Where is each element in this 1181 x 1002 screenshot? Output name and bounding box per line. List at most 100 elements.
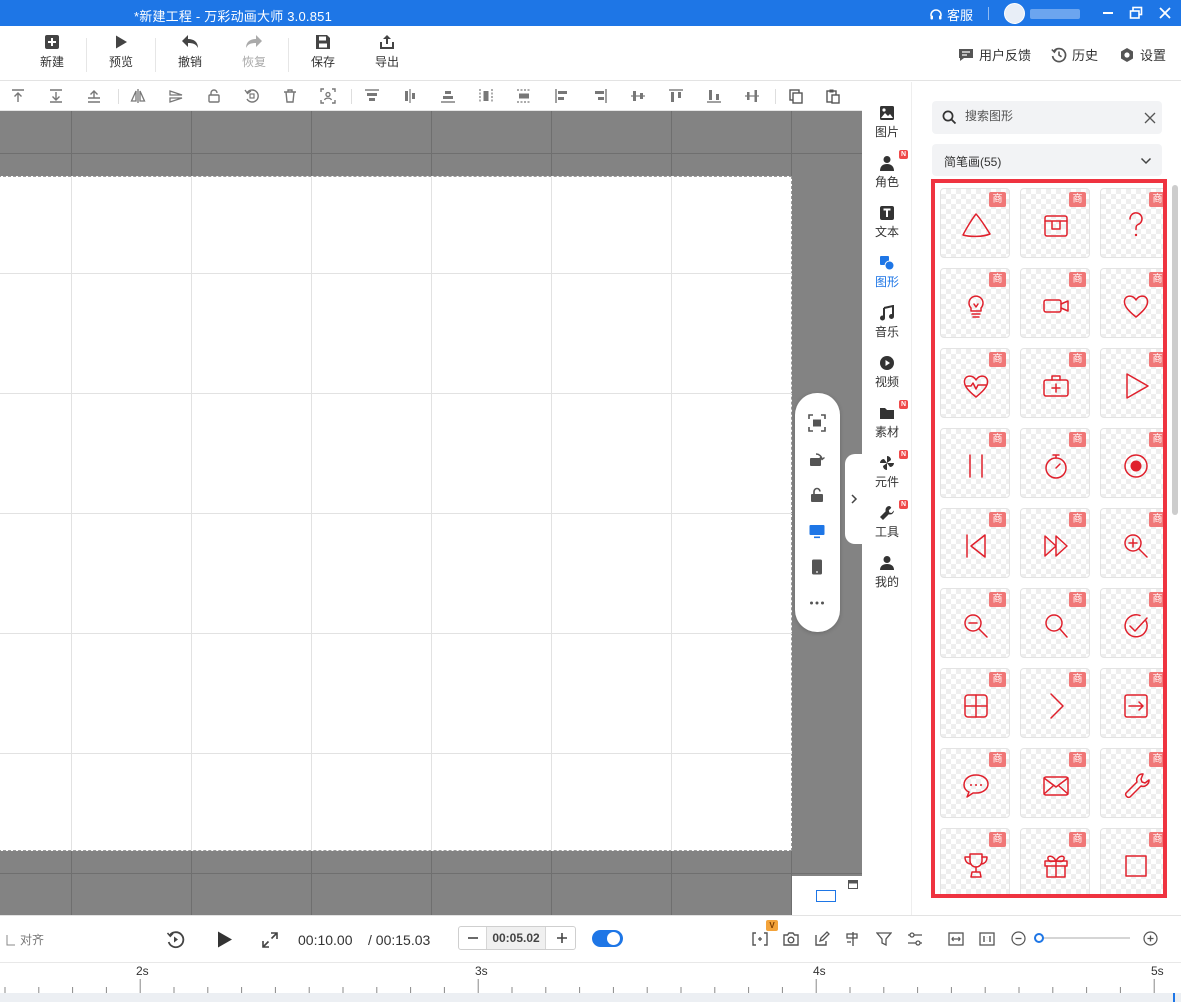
sidebar-item-tools[interactable]: 工具 N bbox=[862, 500, 912, 540]
new-button[interactable]: 新建 bbox=[27, 34, 77, 70]
shape-item-zoom-in[interactable]: 商 bbox=[1100, 508, 1163, 578]
distribute-horizontal-icon[interactable] bbox=[630, 88, 646, 104]
landscape-screen-icon[interactable] bbox=[808, 522, 826, 540]
shape-item-record-dot[interactable]: 商 bbox=[1100, 428, 1163, 498]
customer-service-button[interactable]: 客服 bbox=[929, 5, 973, 24]
zoom-out-icon[interactable] bbox=[1011, 931, 1026, 946]
close-icon[interactable] bbox=[1156, 4, 1174, 22]
stage-canvas[interactable] bbox=[0, 176, 792, 851]
align-middle-icon[interactable] bbox=[402, 88, 418, 104]
sidebar-item-video[interactable]: 视频 bbox=[862, 355, 912, 390]
align-bottom-icon[interactable] bbox=[440, 88, 456, 104]
shape-item-chat-bubble[interactable]: 商 bbox=[940, 748, 1010, 818]
shape-item-triangle[interactable]: 商 bbox=[940, 188, 1010, 258]
align-center-h-icon[interactable] bbox=[516, 88, 532, 104]
shape-item-wrench[interactable]: 商 bbox=[1100, 748, 1163, 818]
shape-item-check-circle[interactable]: 商 bbox=[1100, 588, 1163, 658]
search-box[interactable] bbox=[932, 101, 1162, 134]
rewind-icon[interactable] bbox=[166, 930, 185, 949]
time-stepper[interactable]: 00:05.02 bbox=[458, 926, 576, 950]
loop-toggle[interactable] bbox=[592, 930, 623, 947]
align-top-icon[interactable] bbox=[364, 88, 380, 104]
history-button[interactable]: 历史 bbox=[1051, 45, 1098, 64]
time-step-value[interactable]: 00:05.02 bbox=[486, 927, 546, 949]
redo-button[interactable]: 恢复 bbox=[229, 34, 279, 70]
edit-icon[interactable] bbox=[814, 931, 830, 947]
bring-forward-icon[interactable] bbox=[86, 88, 102, 104]
shape-item-stopwatch[interactable]: 商 bbox=[1020, 428, 1090, 498]
trash-icon[interactable] bbox=[282, 88, 298, 104]
fullscreen-icon[interactable] bbox=[262, 932, 278, 948]
timeline-ruler[interactable]: 2s 3s 4s 5s bbox=[0, 962, 1181, 1002]
shape-item-question-mark[interactable]: 商 bbox=[1100, 188, 1163, 258]
canvas-area[interactable] bbox=[0, 111, 862, 915]
flip-vertical-icon[interactable] bbox=[168, 88, 184, 104]
snap-align-toggle[interactable]: 对齐 bbox=[6, 931, 44, 948]
minimap[interactable] bbox=[792, 876, 862, 915]
shape-item-pause-bars[interactable]: 商 bbox=[940, 428, 1010, 498]
fit-screen-icon[interactable] bbox=[808, 414, 826, 432]
preview-button[interactable]: 预览 bbox=[96, 34, 146, 70]
unlock-icon[interactable] bbox=[808, 486, 826, 504]
shape-item-square[interactable]: 商 bbox=[1100, 828, 1163, 894]
export-button[interactable]: 导出 bbox=[362, 34, 412, 70]
split-icon[interactable] bbox=[845, 931, 861, 947]
minimize-icon[interactable] bbox=[1099, 4, 1117, 22]
minimap-toggle-icon[interactable] bbox=[848, 880, 858, 889]
zoom-in-icon[interactable] bbox=[1143, 931, 1158, 946]
shape-item-magnifier[interactable]: 商 bbox=[1020, 588, 1090, 658]
sidebar-item-character[interactable]: 角色 N bbox=[862, 150, 912, 190]
shape-item-gift[interactable]: 商 bbox=[1020, 828, 1090, 894]
distribute-vertical-icon[interactable] bbox=[744, 88, 760, 104]
top-edge-icon[interactable] bbox=[668, 88, 684, 104]
group-select-icon[interactable] bbox=[320, 88, 336, 104]
shape-item-first-aid-kit[interactable]: 商 bbox=[1020, 348, 1090, 418]
plus-icon[interactable] bbox=[556, 932, 568, 944]
collapse-panel-button[interactable] bbox=[845, 454, 862, 544]
save-button[interactable]: 保存 bbox=[298, 34, 348, 70]
shape-item-sign-in-box[interactable]: 商 bbox=[1100, 668, 1163, 738]
shape-item-video-camera[interactable]: 商 bbox=[1020, 268, 1090, 338]
fit-width-icon[interactable] bbox=[948, 931, 964, 947]
sidebar-item-text[interactable]: 文本 bbox=[862, 205, 912, 240]
feedback-button[interactable]: 用户反馈 bbox=[958, 45, 1031, 64]
portrait-screen-icon[interactable] bbox=[808, 558, 826, 576]
copy-icon[interactable] bbox=[788, 88, 804, 104]
shape-item-envelope[interactable]: 商 bbox=[1020, 748, 1090, 818]
sidebar-item-component[interactable]: 元件 N bbox=[862, 450, 912, 490]
sidebar-item-image[interactable]: 图片 bbox=[862, 105, 912, 140]
camera-icon[interactable] bbox=[783, 931, 799, 947]
camera-frame-button[interactable]: V bbox=[752, 920, 778, 947]
shape-item-heart-pulse[interactable]: 商 bbox=[940, 348, 1010, 418]
more-icon[interactable] bbox=[808, 594, 826, 612]
sliders-icon[interactable] bbox=[907, 931, 923, 947]
shape-item-zoom-out[interactable]: 商 bbox=[940, 588, 1010, 658]
sidebar-item-material[interactable]: 素材 N bbox=[862, 400, 912, 440]
zoom-slider-handle[interactable] bbox=[1034, 933, 1044, 943]
shape-item-play-triangle[interactable]: 商 bbox=[1100, 348, 1163, 418]
restore-icon[interactable] bbox=[1127, 4, 1145, 22]
shape-item-chevron-right[interactable]: 商 bbox=[1020, 668, 1090, 738]
lock-icon[interactable] bbox=[206, 88, 222, 104]
shape-item-package[interactable]: 商 bbox=[1020, 188, 1090, 258]
shape-item-fast-forward[interactable]: 商 bbox=[1020, 508, 1090, 578]
shape-item-skip-back[interactable]: 商 bbox=[940, 508, 1010, 578]
play-icon[interactable] bbox=[216, 930, 234, 949]
category-dropdown[interactable]: 简笔画(55) bbox=[932, 144, 1162, 176]
bottom-edge-icon[interactable] bbox=[706, 88, 722, 104]
align-right-icon[interactable] bbox=[592, 88, 608, 104]
shape-item-lightbulb[interactable]: 商 bbox=[940, 268, 1010, 338]
undo-button[interactable]: 撤销 bbox=[165, 34, 215, 70]
clear-search-icon[interactable] bbox=[1144, 112, 1156, 124]
align-center-v-icon[interactable] bbox=[478, 88, 494, 104]
bring-to-top-icon[interactable] bbox=[10, 88, 26, 104]
sidebar-item-shape[interactable]: 图形 bbox=[862, 255, 912, 290]
rotate-screen-icon[interactable] bbox=[808, 450, 826, 468]
align-left-icon[interactable] bbox=[554, 88, 570, 104]
shape-item-heart[interactable]: 商 bbox=[1100, 268, 1163, 338]
paste-icon[interactable] bbox=[825, 88, 841, 104]
rotate-icon[interactable] bbox=[244, 88, 260, 104]
flip-horizontal-icon[interactable] bbox=[130, 88, 146, 104]
zoom-slider-track[interactable] bbox=[1034, 937, 1130, 939]
filter-icon[interactable] bbox=[876, 931, 892, 947]
